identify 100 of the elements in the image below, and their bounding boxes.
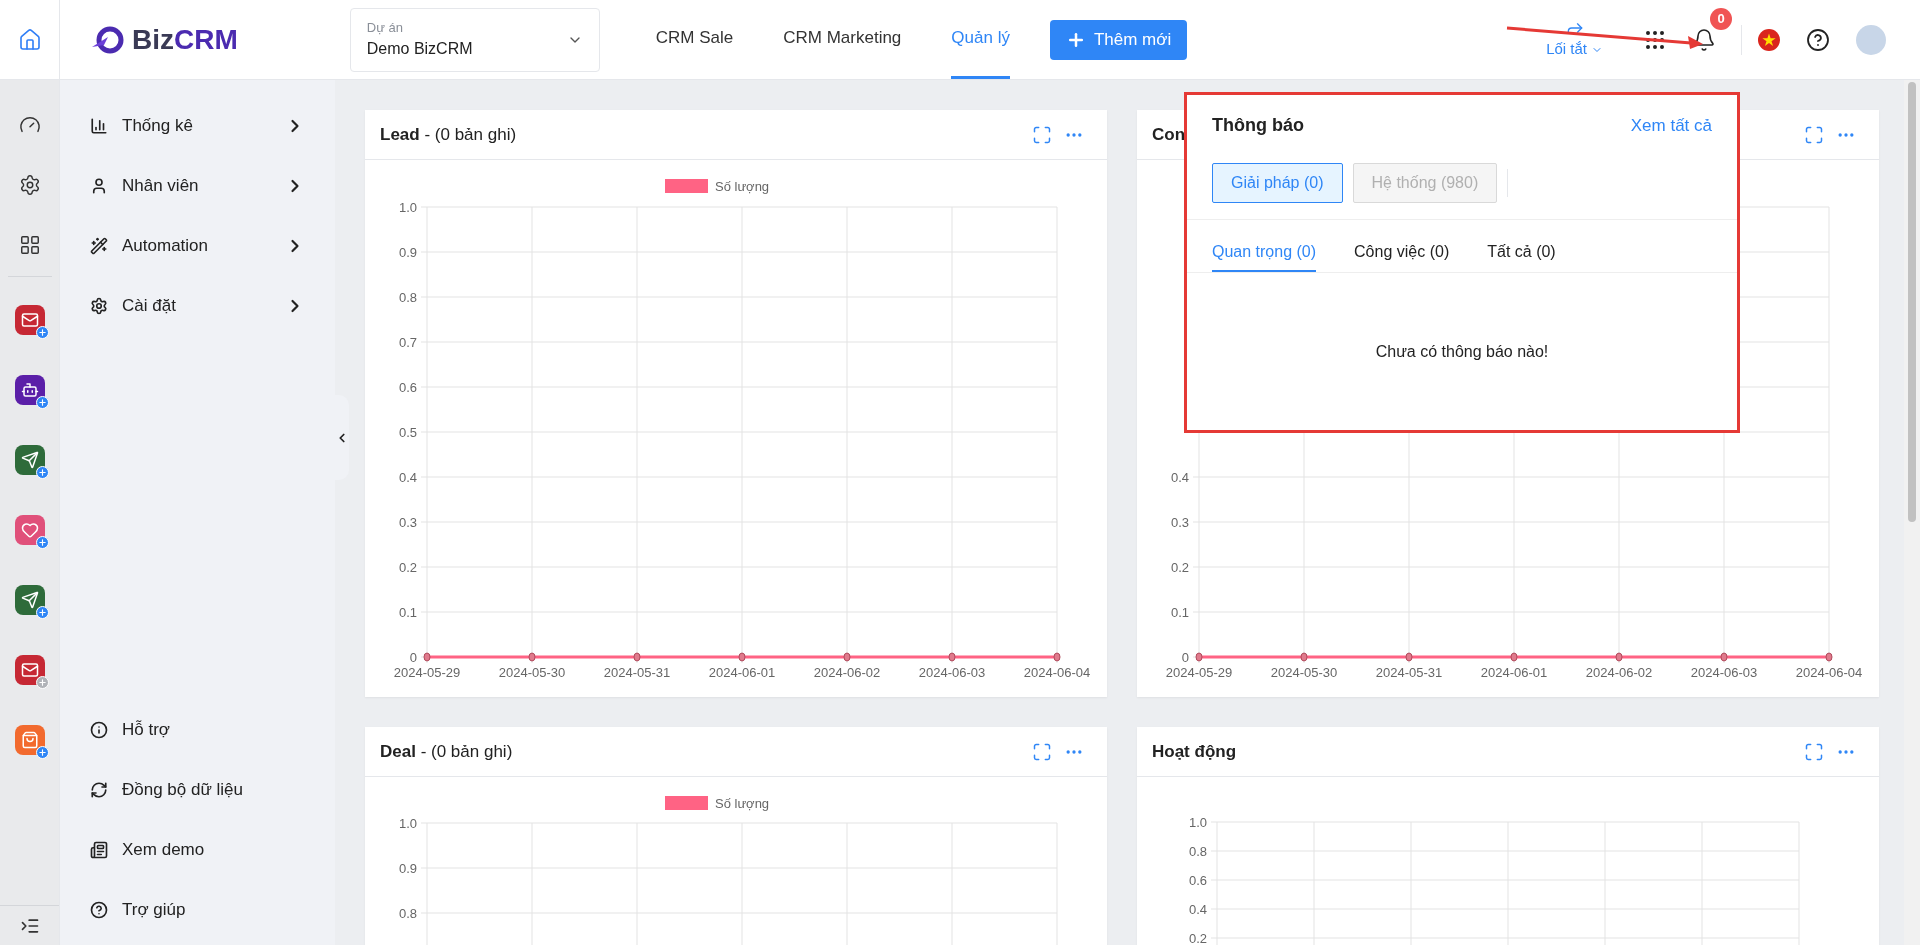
nav-tab[interactable]: Quản lý [951, 0, 1010, 79]
axis-tick-label: 0.9 [398, 861, 417, 876]
sidebar-item[interactable]: Hỗ trợ [60, 700, 335, 760]
axis-tick-label: 2024-05-31 [603, 665, 671, 680]
axis-tick-label: 0.6 [1188, 873, 1207, 888]
axis-tick-label: 2024-06-04 [1795, 665, 1863, 680]
add-new-button[interactable]: Thêm mới [1049, 19, 1188, 60]
axis-tick-label: 0 [1181, 650, 1189, 665]
magic-wand-icon [90, 237, 108, 255]
empty-message: Chưa có thông báo nào! [1375, 341, 1549, 362]
sidebar-item[interactable]: Automation [60, 216, 335, 276]
nav-tab[interactable]: CRM Sale [655, 0, 734, 79]
axis-tick-label: 1.0 [1188, 815, 1207, 830]
axis-tick-label: 2024-06-02 [813, 665, 881, 680]
view-all-link[interactable]: Xem tất cả [1630, 112, 1712, 139]
collapse-handle[interactable] [335, 395, 349, 480]
user-icon [90, 177, 108, 195]
scrollbar[interactable] [1908, 82, 1916, 522]
notification-count-badge: 0 [1710, 7, 1732, 30]
axis-tick-label: 0.9 [398, 245, 417, 260]
panel-title: Thông báo [1212, 114, 1304, 137]
axis-tick-label: 1.0 [398, 816, 417, 831]
legend-swatch [665, 179, 708, 193]
logo-text[interactable]: BizCRM [132, 18, 238, 61]
legend-label: Số lượng [715, 796, 770, 811]
sidebar-item[interactable]: Nhân viên [60, 156, 335, 216]
data-point [843, 652, 851, 662]
data-point [948, 652, 956, 662]
data-point [1195, 652, 1203, 662]
axis-tick-label: 0.5 [398, 425, 417, 440]
axis-tick-label: 2024-06-01 [708, 665, 776, 680]
axis-tick-label: 0.2 [1170, 560, 1189, 575]
sidebar-item[interactable]: Đồng bộ dữ liệu [60, 760, 335, 820]
data-point [633, 652, 641, 662]
home-icon[interactable] [17, 27, 42, 52]
legend-label: Số lượng [715, 179, 770, 194]
card-title: Con [1152, 123, 1186, 146]
logo-icon [90, 24, 124, 55]
settings-icon[interactable] [18, 174, 41, 196]
axis-tick-label: 0.4 [398, 470, 417, 485]
bar-chart-icon [90, 117, 108, 135]
axis-tick-label: 2024-05-30 [498, 665, 566, 680]
axis-tick-label: 0.4 [1188, 902, 1207, 917]
data-point [1510, 652, 1518, 662]
axis-tick-label: 0.2 [1188, 931, 1207, 945]
axis-tick-label: 2024-05-29 [393, 665, 461, 680]
card-title: Hoạt động [1152, 740, 1237, 763]
notification-tab[interactable]: Tất cả (0) [1487, 240, 1556, 272]
axis-tick-label: 1.0 [398, 200, 417, 215]
axis-tick-label: 2024-06-02 [1585, 665, 1653, 680]
axis-tick-label: 2024-05-30 [1270, 665, 1338, 680]
data-point [528, 652, 536, 662]
data-point [1300, 652, 1308, 662]
card-title: Deal - (0 bản ghi) [380, 740, 513, 763]
flag-icon[interactable] [1758, 28, 1780, 51]
sidebar-item[interactable]: Trợ giúp [60, 880, 335, 940]
axis-tick-label: 0.1 [1170, 605, 1189, 620]
axis-tick-label: 0.3 [398, 515, 417, 530]
axis-tick-label: 0.4 [1170, 470, 1189, 485]
axis-tick-label: 0 [409, 650, 417, 665]
axis-tick-label: 0.3 [1170, 515, 1189, 530]
axis-tick-label: 2024-06-03 [1690, 665, 1758, 680]
axis-tick-label: 0.8 [398, 906, 417, 921]
fullscreen-icon[interactable] [1032, 124, 1052, 145]
data-point [1053, 652, 1061, 662]
axis-tick-label: 0.8 [398, 290, 417, 305]
axis-tick-label: 2024-06-01 [1480, 665, 1548, 680]
notification-tab[interactable]: Công việc (0) [1354, 240, 1450, 272]
card-title: Lead - (0 bản ghi) [380, 123, 517, 146]
nav-tab[interactable]: CRM Marketing [783, 0, 902, 79]
fullscreen-icon[interactable] [1804, 124, 1824, 145]
sidebar-item[interactable]: Xem demo [60, 820, 335, 880]
help-icon [90, 901, 108, 919]
axis-tick-label: 2024-06-03 [918, 665, 986, 680]
data-point [1615, 652, 1623, 662]
fullscreen-icon[interactable] [1032, 741, 1052, 762]
fullscreen-icon[interactable] [1804, 741, 1824, 762]
newspaper-icon [90, 841, 108, 859]
grid-icon[interactable] [18, 234, 41, 256]
settings-icon [90, 297, 108, 315]
help-icon[interactable] [1806, 27, 1830, 52]
data-point [738, 652, 746, 662]
axis-tick-label: 0.1 [398, 605, 417, 620]
sidebar-item[interactable]: Cài đặt [60, 276, 335, 336]
project-select[interactable]: Dự án Demo BizCRM [349, 7, 600, 72]
axis-tick-label: 2024-05-31 [1375, 665, 1443, 680]
data-point [1405, 652, 1413, 662]
data-point [423, 652, 431, 662]
axis-tick-label: 0.6 [398, 380, 417, 395]
axis-tick-label: 0.2 [398, 560, 417, 575]
notification-tab[interactable]: Quan trọng (0) [1212, 240, 1317, 272]
axis-tick-label: 0.8 [1188, 844, 1207, 859]
sidebar-item[interactable]: Thống kê [60, 96, 335, 156]
axis-tick-label: 2024-06-04 [1023, 665, 1091, 680]
sync-icon [90, 781, 108, 799]
shortcut-button[interactable]: Lối tắt [1546, 18, 1603, 61]
axis-tick-label: 2024-05-29 [1165, 665, 1233, 680]
data-point [1720, 652, 1728, 662]
info-icon [90, 721, 108, 739]
data-point [1825, 652, 1833, 662]
